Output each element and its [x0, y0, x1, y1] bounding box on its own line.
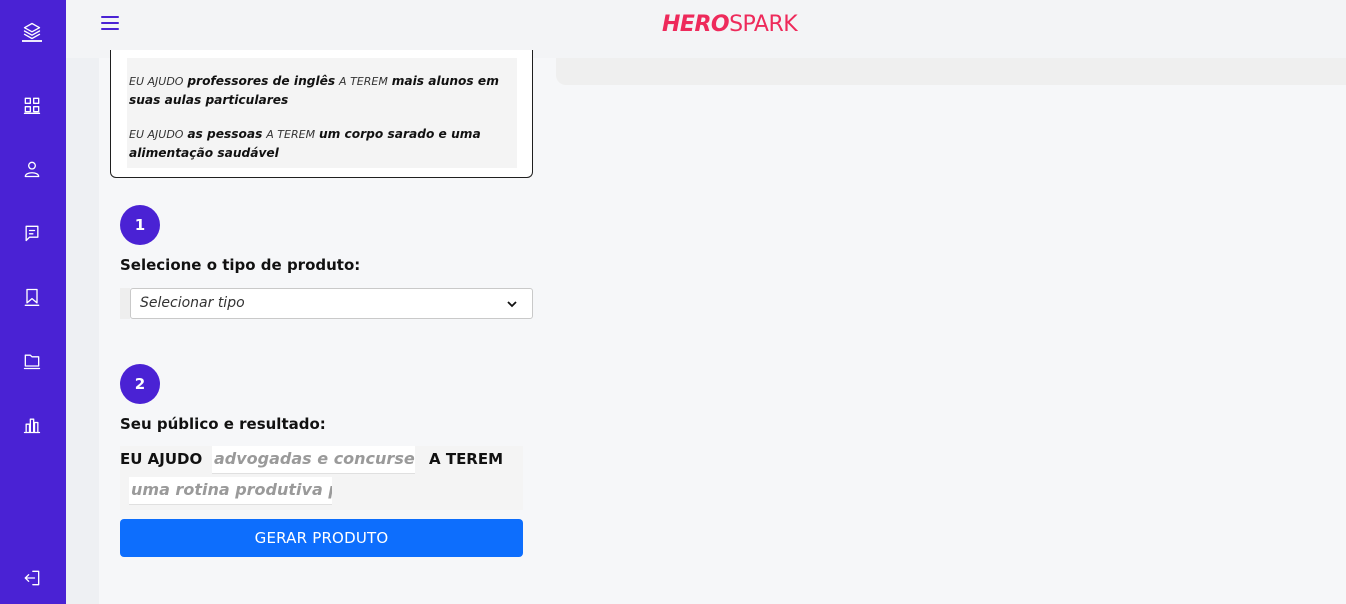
content-gutter	[66, 58, 99, 604]
chevron-down-icon	[507, 301, 517, 308]
active-indicator	[22, 40, 42, 42]
bar-chart-icon[interactable]	[21, 414, 43, 436]
step-1-badge: 1	[120, 205, 160, 245]
a-terem-text: A TEREM	[429, 450, 504, 468]
user-icon[interactable]	[21, 158, 43, 180]
result-input[interactable]: uma rotina produtiva pa	[129, 477, 332, 505]
sidebar	[0, 0, 66, 604]
audience-input[interactable]: advogadas e concurseiras	[212, 446, 415, 474]
select-gutter	[120, 288, 130, 319]
example-item: EU AJUDO professores de inglês A TEREM m…	[129, 74, 499, 107]
eu-ajudo-text: EU AJUDO	[120, 450, 203, 468]
preview-panel	[556, 58, 1346, 85]
examples-box: EU AJUDO professores de inglês A TEREM m…	[110, 50, 533, 178]
examples-list: EU AJUDO professores de inglês A TEREM m…	[127, 58, 517, 168]
message-icon[interactable]	[21, 222, 43, 244]
example-item: EU AJUDO as pessoas A TEREM um corpo sar…	[129, 127, 481, 160]
layers-icon[interactable]	[21, 20, 43, 42]
audience-result-label: Seu público e resultado:	[120, 415, 326, 433]
menu-icon[interactable]	[101, 16, 119, 32]
product-type-label: Selecione o tipo de produto:	[120, 256, 361, 274]
logout-icon[interactable]	[21, 567, 43, 589]
generate-product-button[interactable]: GERAR PRODUTO	[120, 519, 523, 557]
herospark-logo[interactable]: HEROSPARK	[662, 12, 798, 37]
select-value: Selecionar tipo	[140, 295, 245, 311]
bookmark-icon[interactable]	[21, 286, 43, 308]
step-2-badge: 2	[120, 364, 160, 404]
product-type-select[interactable]: Selecionar tipo	[130, 288, 533, 319]
folder-icon[interactable]	[21, 350, 43, 372]
grid-icon[interactable]	[21, 94, 43, 116]
